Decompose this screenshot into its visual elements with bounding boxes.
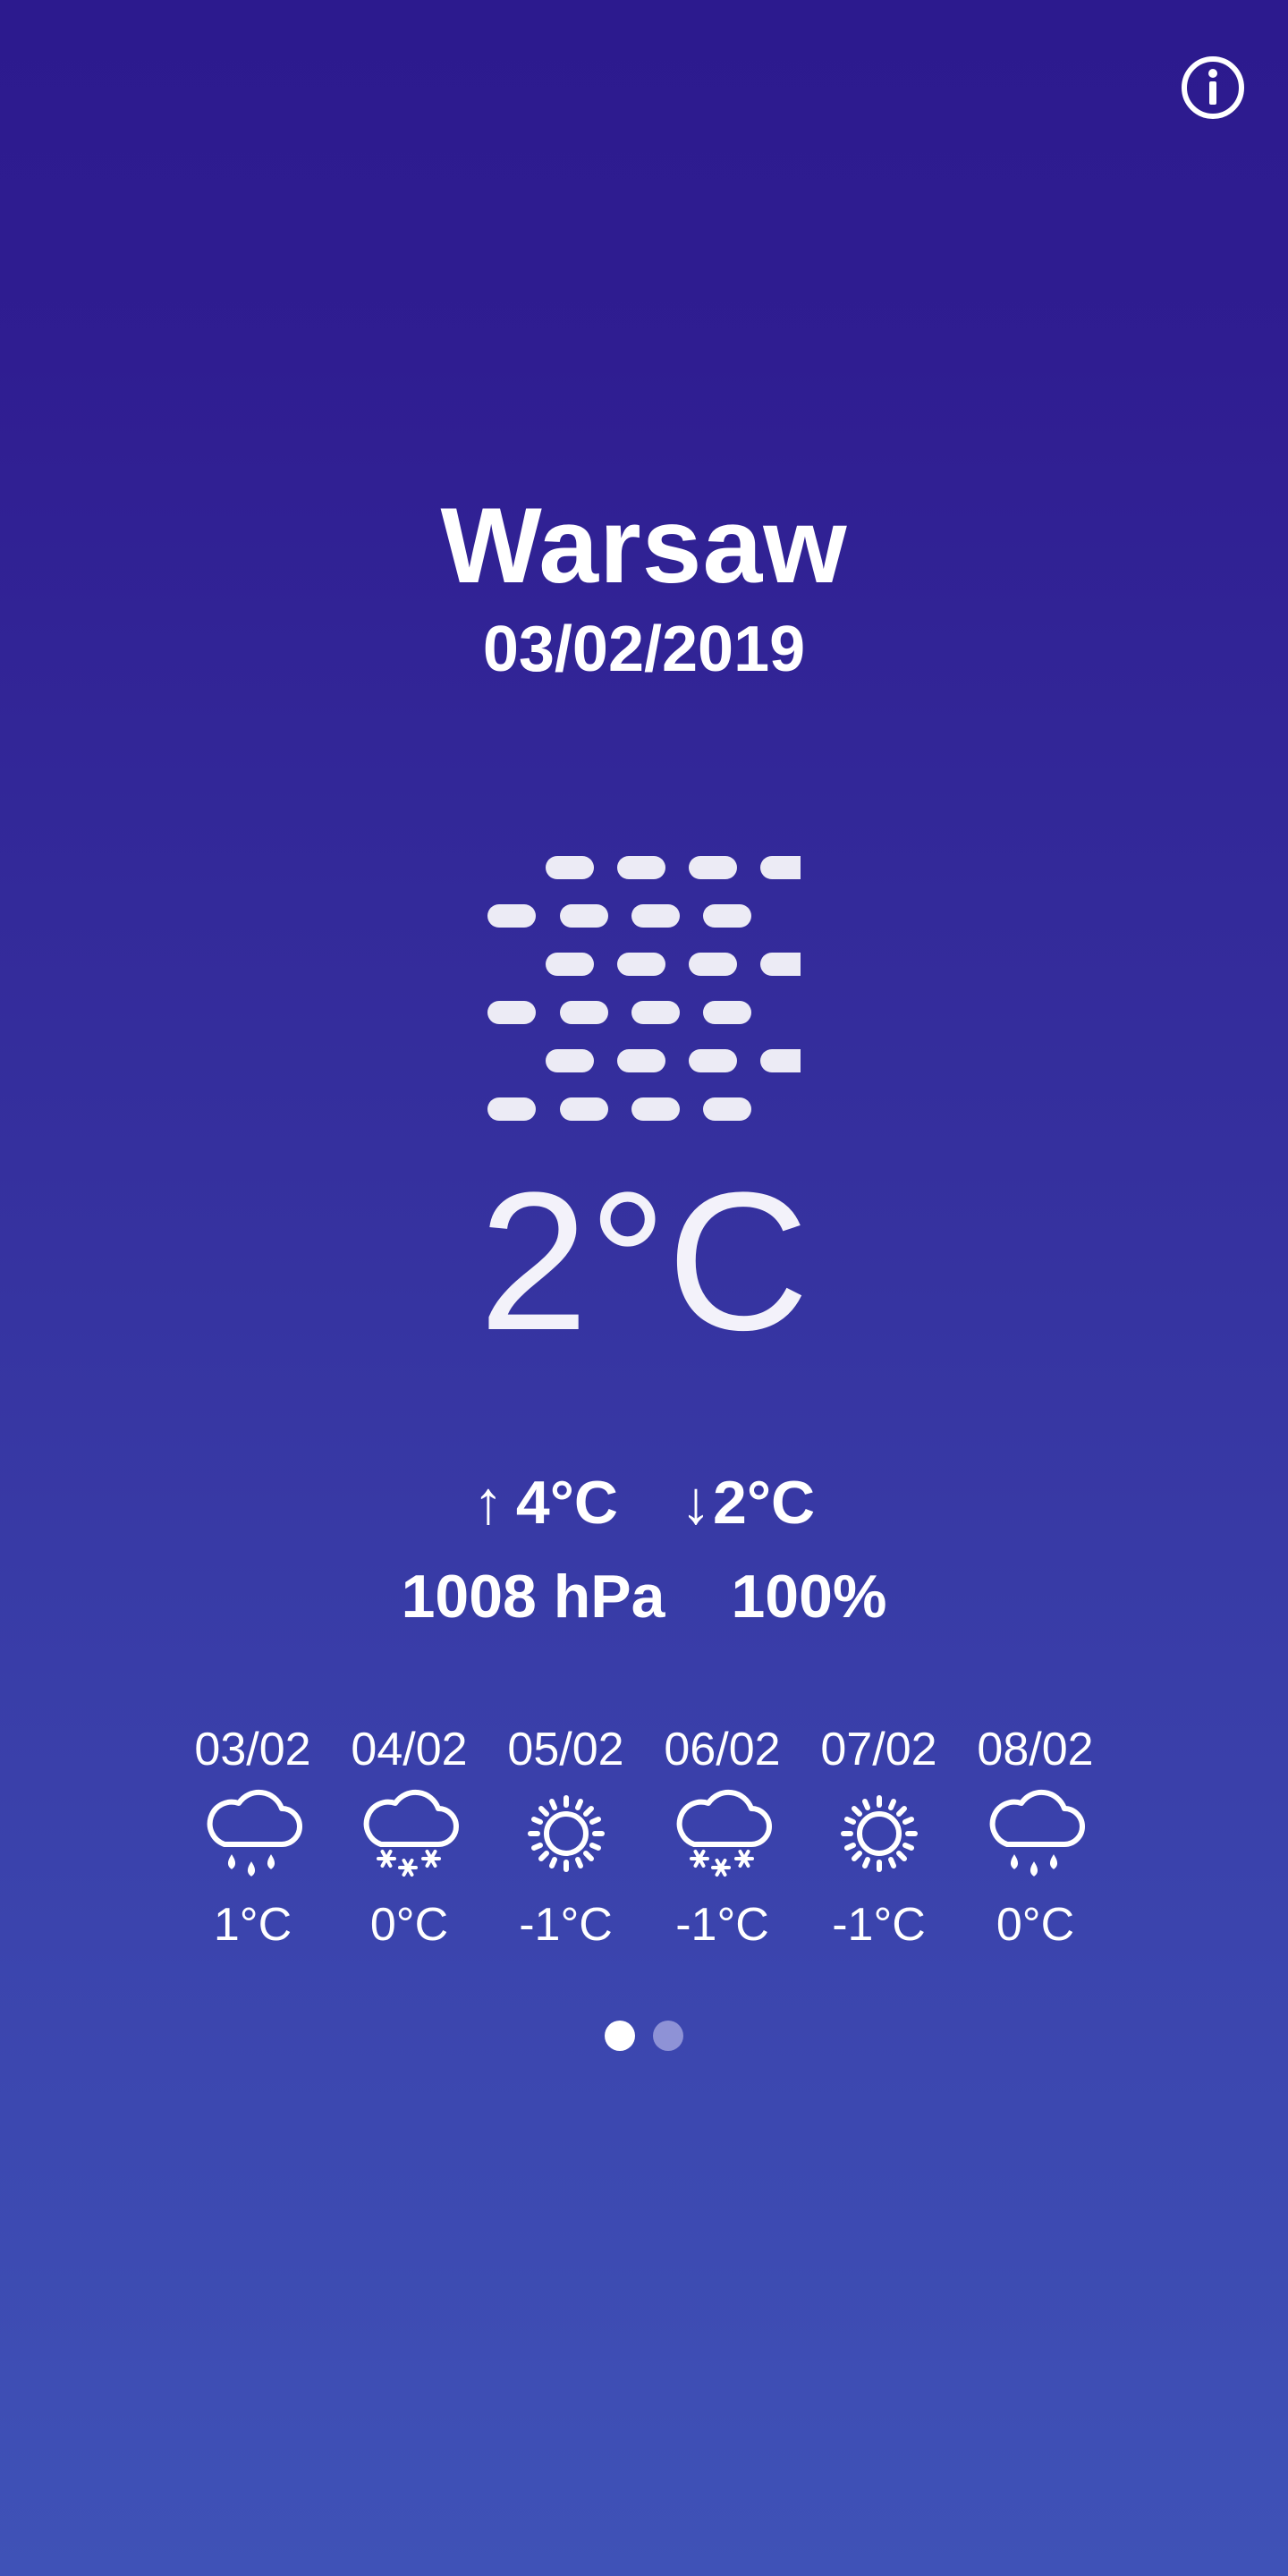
forecast-date: 07/02: [820, 1724, 937, 1775]
forecast-temp: -1°C: [519, 1899, 613, 1951]
info-button[interactable]: [1179, 54, 1247, 122]
forecast-temp: 1°C: [213, 1899, 292, 1951]
page-indicator: [0, 2021, 1288, 2051]
forecast-day: 07/02 -1°C: [801, 1717, 957, 1957]
forecast-day: 05/02 -1°C: [487, 1717, 644, 1957]
current-date: 03/02/2019: [482, 614, 806, 685]
rain-icon: [982, 1782, 1089, 1889]
humidity-value: 100%: [731, 1563, 887, 1631]
forecast-date: 05/02: [507, 1724, 624, 1775]
max-temperature: ↑ 4°C: [473, 1467, 618, 1538]
forecast-date: 03/02: [194, 1724, 311, 1775]
min-temperature: ↓2°C: [681, 1467, 815, 1538]
forecast-temp: -1°C: [832, 1899, 926, 1951]
pressure-value: 1008 hPa: [401, 1563, 665, 1631]
min-max-row: ↑ 4°C ↓2°C: [0, 1467, 1288, 1538]
page-dot-inactive[interactable]: [653, 2021, 683, 2051]
snow-icon: [356, 1782, 463, 1889]
sun-icon: [826, 1782, 933, 1889]
forecast-day: 06/02 -1°C: [644, 1717, 801, 1957]
forecast-date: 04/02: [351, 1724, 468, 1775]
forecast-day: 04/02 0°C: [331, 1717, 487, 1957]
city-name: Warsaw: [440, 486, 848, 606]
forecast-strip[interactable]: 03/02 1°C 04/02 0°C 05/02 -1°C 06/02 -1°…: [0, 1717, 1288, 1957]
current-temperature: 2°C: [479, 1151, 809, 1371]
forecast-date: 06/02: [664, 1724, 781, 1775]
arrow-down-icon: ↓: [681, 1469, 711, 1537]
max-temperature-value: 4°C: [515, 1469, 618, 1537]
info-icon: [1182, 56, 1244, 119]
min-temperature-value: 2°C: [713, 1469, 816, 1537]
forecast-day: 03/02 1°C: [174, 1717, 331, 1957]
forecast-day: 08/02 0°C: [957, 1717, 1114, 1957]
fog-icon: [483, 852, 805, 1129]
arrow-up-icon: ↑: [472, 1469, 504, 1537]
forecast-temp: -1°C: [675, 1899, 769, 1951]
forecast-temp: 0°C: [369, 1899, 449, 1951]
page-dot-active[interactable]: [605, 2021, 635, 2051]
forecast-temp: 0°C: [996, 1899, 1075, 1951]
pressure-humidity-row: 1008 hPa 100%: [0, 1561, 1288, 1632]
snow-icon: [669, 1782, 776, 1889]
sun-icon: [513, 1782, 620, 1889]
forecast-date: 08/02: [977, 1724, 1094, 1775]
rain-icon: [199, 1782, 307, 1889]
